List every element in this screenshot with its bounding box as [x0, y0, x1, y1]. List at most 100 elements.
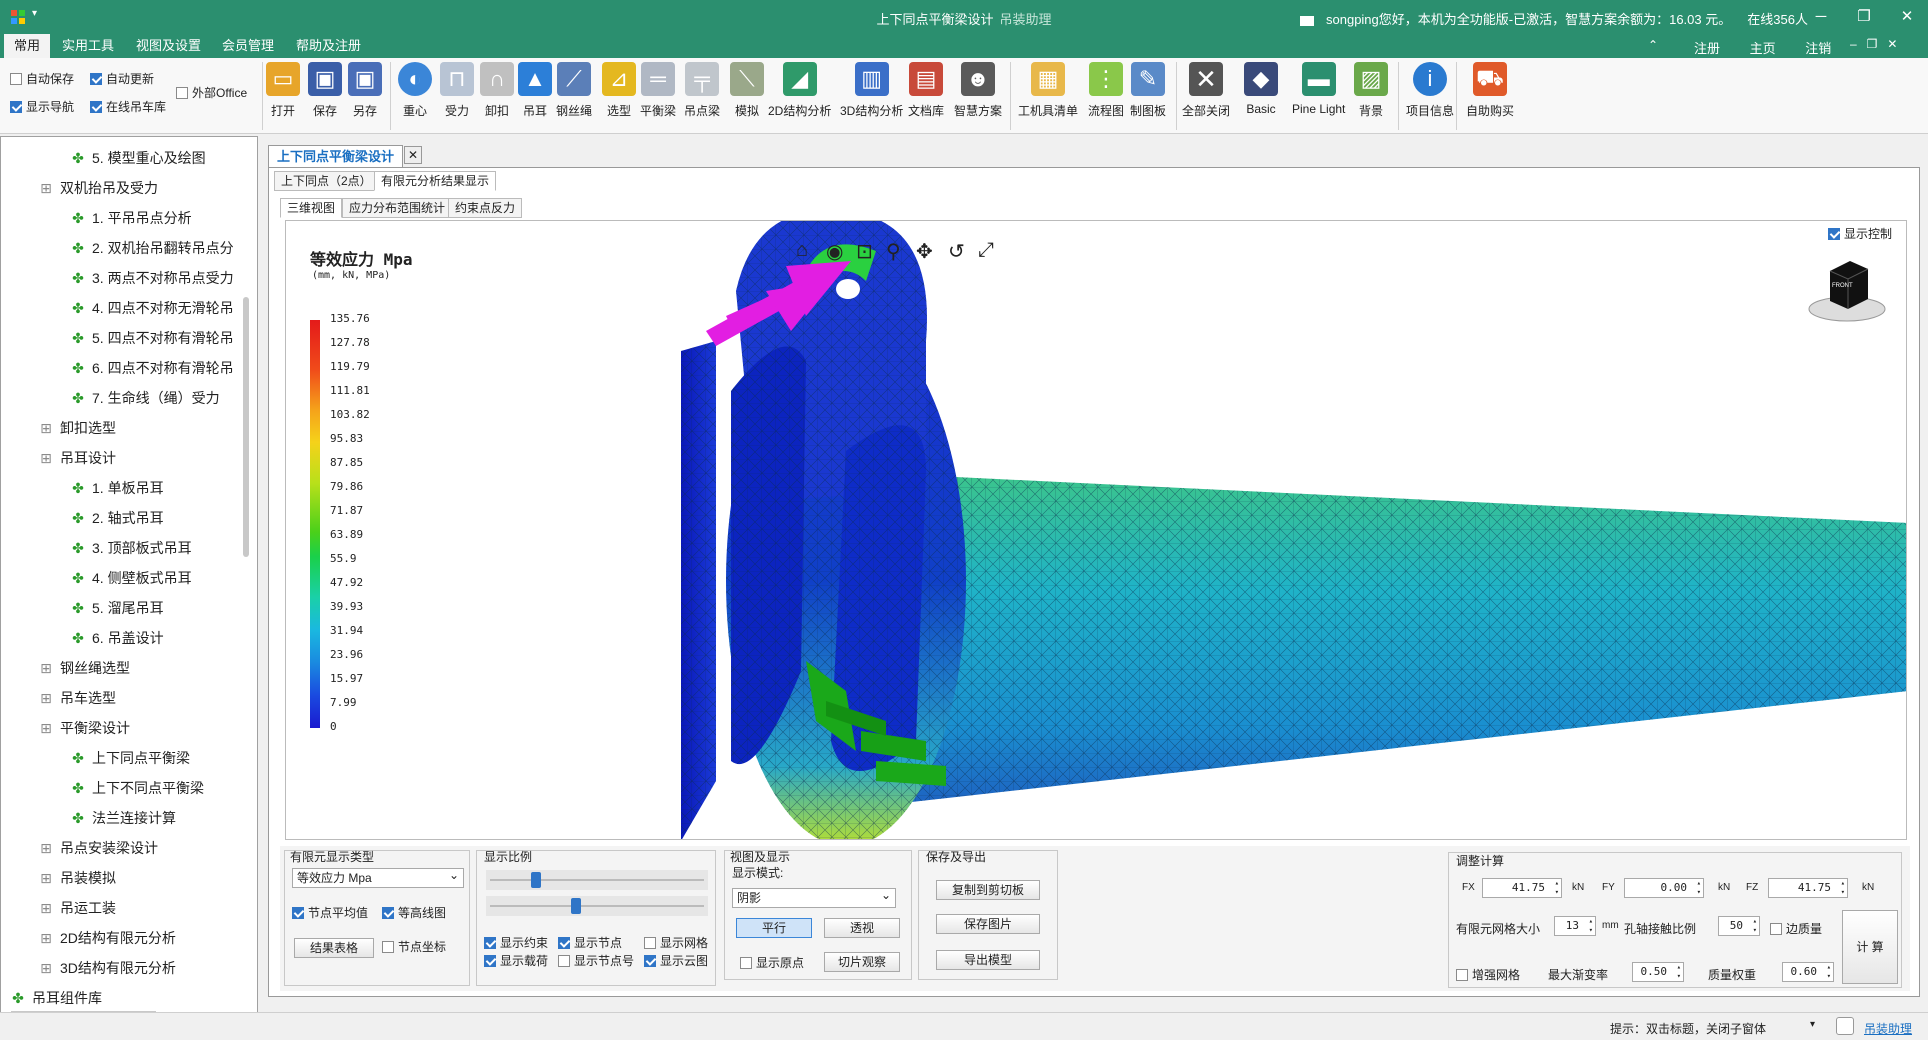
fz-input[interactable]: 41.75 [1768, 878, 1848, 898]
tree-item[interactable]: ⊞ 吊车选型 [38, 686, 116, 710]
zoom-window-icon[interactable]: ⊡ [856, 239, 873, 264]
tab-stress-stats[interactable]: 应力分布范围统计 [342, 198, 453, 218]
tree-item[interactable]: ✤ 6. 吊盖设计 [70, 626, 163, 650]
assistant-icon[interactable] [1836, 1017, 1854, 1035]
save-image-button[interactable]: 保存图片 [936, 914, 1040, 934]
display-mode-select[interactable]: 阴影 [732, 886, 896, 908]
node-coord-checkbox[interactable]: 节点坐标 [382, 938, 446, 955]
tool-force[interactable]: ⊓ 受力 [440, 62, 474, 128]
menu-help-register[interactable]: 帮助及注册 [286, 34, 371, 58]
fe-type-select[interactable]: 等效应力 Mpa [292, 866, 464, 888]
tool-3d-analysis[interactable]: ▥ 3D结构分析 [840, 62, 903, 128]
tree-item[interactable]: ✤ 上下不同点平衡梁 [70, 776, 204, 800]
view-cube[interactable]: FRONT [1802, 251, 1892, 331]
tab-reaction-forces[interactable]: 约束点反力 [448, 198, 523, 218]
tool-selection[interactable]: ⊿ 选型 [602, 62, 636, 128]
tab-3d-view[interactable]: 三维视图 [280, 198, 343, 218]
tool-equipment-list[interactable]: ▦ 工机具清单 [1018, 62, 1078, 128]
3d-viewport[interactable]: ⌂ ◉ ⊡ ⚲ ✥ ↺ ⤢ 显示控制 FRONT [285, 220, 1907, 840]
tree-item[interactable]: ⊞ 2D结构有限元分析 [38, 926, 176, 950]
status-dropdown-icon[interactable]: ▾ [1810, 1019, 1815, 1030]
parallel-button[interactable]: 平行 [736, 918, 812, 938]
edge-mass-checkbox[interactable]: 边质量 [1770, 920, 1822, 937]
tree-item[interactable]: ✤ 7. 生命线（绳）受力 [70, 386, 219, 410]
show-cloud-checkbox[interactable]: 显示云图 [644, 952, 708, 969]
scale-slider-1-thumb[interactable] [530, 872, 541, 888]
menu-tools[interactable]: 实用工具 [52, 34, 124, 58]
tree-item[interactable]: ✤ 4. 四点不对称无滑轮吊 [70, 296, 233, 320]
logout-link[interactable]: 注销 [1805, 41, 1831, 56]
tree-item[interactable]: ✤ 2. 轴式吊耳 [70, 506, 163, 530]
fy-input[interactable]: 0.00 [1624, 878, 1704, 898]
slice-view-button[interactable]: 切片观察 [824, 952, 900, 972]
tool-wire-rope[interactable]: ⟋ 钢丝绳 [556, 62, 592, 128]
tool-open[interactable]: ▭ 打开 [266, 62, 300, 128]
zoom-icon[interactable]: ⚲ [886, 239, 901, 264]
show-constraint-checkbox[interactable]: 显示约束 [484, 934, 548, 951]
tool-save-as[interactable]: ▣ 另存 [348, 62, 382, 128]
tool-lifting-beam[interactable]: ╤ 吊点梁 [684, 62, 720, 128]
mesh-size-input[interactable]: 13 [1554, 916, 1596, 936]
tool-save[interactable]: ▣ 保存 [308, 62, 342, 128]
node-average-checkbox[interactable]: 节点平均值 [292, 904, 368, 921]
tool-close-all[interactable]: ✕ 全部关闭 [1182, 62, 1230, 128]
tree-item[interactable]: ✤ 3. 两点不对称吊点受力 [70, 266, 233, 290]
tree-item[interactable]: ⊞ 吊耳设计 [38, 446, 116, 470]
show-nodes-checkbox[interactable]: 显示节点 [558, 934, 622, 951]
tree-item[interactable]: ✤ 6. 四点不对称有滑轮吊 [70, 356, 233, 380]
export-model-button[interactable]: 导出模型 [936, 950, 1040, 970]
refine-mesh-checkbox[interactable]: 增强网格 [1456, 966, 1520, 983]
show-control-checkbox[interactable]: 显示控制 [1828, 225, 1892, 242]
ribbon-collapse-icon[interactable]: ⌃ [1648, 38, 1658, 52]
tool-self-purchase[interactable]: ⛟ 自助购买 [1466, 62, 1514, 128]
pan-icon[interactable]: ✥ [916, 239, 933, 264]
fx-input[interactable]: 41.75 [1482, 878, 1562, 898]
home-view-icon[interactable]: ⌂ [796, 239, 808, 262]
document-tab-close-icon[interactable]: ✕ [404, 146, 422, 164]
fullscreen-icon[interactable]: ⤢ [978, 239, 994, 262]
tool-2d-analysis[interactable]: ◢ 2D结构分析 [768, 62, 831, 128]
tab-fe-results[interactable]: 有限元分析结果显示 [374, 171, 497, 191]
tree-item[interactable]: ⊞ 双机抬吊及受力 [38, 176, 158, 200]
perspective-button[interactable]: 透视 [824, 918, 900, 938]
orbit-icon[interactable]: ◉ [826, 239, 843, 264]
max-gradient-input[interactable]: 0.50 [1632, 962, 1684, 982]
tree-item[interactable]: ⊞ 吊点安装梁设计 [38, 836, 158, 860]
fe-model-render[interactable] [286, 221, 1907, 840]
tree-item[interactable]: ✤ 上下同点平衡梁 [70, 746, 190, 770]
contour-checkbox[interactable]: 等高线图 [382, 904, 446, 921]
tool-shackle[interactable]: ∩ 卸扣 [480, 62, 514, 128]
tool-lug[interactable]: ▲ 吊耳 [518, 62, 552, 128]
scale-slider-2-thumb[interactable] [570, 898, 581, 914]
tool-theme-basic[interactable]: ◆ Basic [1244, 62, 1278, 128]
tree-item[interactable]: ✤ 1. 单板吊耳 [70, 476, 163, 500]
status-link[interactable]: 吊装助理 [1864, 1020, 1912, 1037]
register-link[interactable]: 注册 [1694, 41, 1720, 56]
tree-item[interactable]: ⊞ 平衡梁设计 [38, 716, 130, 740]
tree-scrollbar[interactable] [243, 297, 249, 557]
close-button[interactable]: ✕ [1886, 4, 1928, 30]
show-mesh-checkbox[interactable]: 显示网格 [644, 934, 708, 951]
tree-item[interactable]: ✤ 4. 侧壁板式吊耳 [70, 566, 191, 590]
tree-item[interactable]: ✤ 法兰连接计算 [70, 806, 176, 830]
tree-item[interactable]: ⊞ 吊装模拟 [38, 866, 116, 890]
tool-doc-library[interactable]: ▤ 文档库 [908, 62, 944, 128]
tool-project-info[interactable]: i 项目信息 [1406, 62, 1454, 128]
tool-smart-plan[interactable]: ☻ 智慧方案 [954, 62, 1002, 128]
tree-item[interactable]: ⊞ 钢丝绳选型 [38, 656, 130, 680]
document-tab[interactable]: 上下同点平衡梁设计 [268, 145, 404, 167]
tool-simulation[interactable]: ⟍ 模拟 [730, 62, 764, 128]
menu-common[interactable]: 常用 [4, 34, 51, 58]
result-table-button[interactable]: 结果表格 [294, 938, 374, 958]
auto-update-checkbox[interactable]: 自动更新 [90, 70, 154, 87]
calculate-button[interactable]: 计 算 [1842, 910, 1898, 984]
online-crane-db-checkbox[interactable]: 在线吊车库 [90, 98, 166, 115]
auto-save-checkbox[interactable]: 自动保存 [10, 70, 74, 87]
tree-item[interactable]: ✤ 5. 四点不对称有滑轮吊 [70, 326, 233, 350]
tree-item[interactable]: ⊞ 卸扣选型 [38, 416, 116, 440]
mdi-window-controls[interactable]: –❐✕ [1850, 37, 1908, 51]
tree-item[interactable]: ⊞ 吊运工装 [38, 896, 116, 920]
menu-view-settings[interactable]: 视图及设置 [126, 34, 211, 58]
tool-drawing-board[interactable]: ✎ 制图板 [1130, 62, 1166, 128]
maximize-button[interactable]: ❐ [1843, 4, 1885, 30]
